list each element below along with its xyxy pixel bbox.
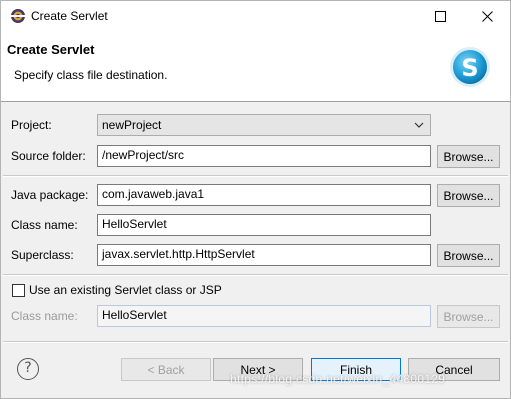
source-folder-field[interactable]: /newProject/src	[97, 145, 431, 167]
separator	[3, 175, 508, 177]
window-title: Create Servlet	[31, 9, 108, 23]
superclass-label: Superclass:	[11, 248, 74, 262]
source-folder-browse-button[interactable]: Browse...	[437, 145, 500, 168]
java-package-field[interactable]: com.javaweb.java1	[97, 184, 431, 206]
maximize-icon	[434, 10, 446, 22]
servlet-logo-icon: S	[450, 47, 490, 87]
existing-class-browse-button: Browse...	[437, 305, 500, 328]
superclass-field[interactable]: javax.servlet.http.HttpServlet	[97, 244, 431, 266]
class-name-label: Class name:	[11, 218, 78, 232]
project-label: Project:	[11, 118, 52, 132]
help-icon[interactable]: ?	[17, 358, 39, 380]
maximize-button[interactable]	[417, 1, 463, 31]
wizard-header: Create Servlet Specify class file destin…	[1, 31, 510, 102]
watermark: https://blog.csdn.net/weixin_44800129	[230, 372, 446, 386]
project-combo[interactable]: newProject	[97, 114, 431, 136]
chevron-down-icon	[414, 122, 424, 128]
separator	[3, 341, 508, 343]
close-icon	[481, 10, 493, 22]
eclipse-app-icon	[11, 9, 25, 23]
wizard-title: Create Servlet	[7, 42, 95, 57]
create-servlet-dialog: Create Servlet Create Servlet Specify cl…	[0, 0, 511, 399]
superclass-browse-button[interactable]: Browse...	[437, 244, 500, 267]
back-button: < Back	[121, 358, 211, 381]
title-bar: Create Servlet	[1, 1, 510, 31]
project-combo-value: newProject	[102, 118, 162, 132]
wizard-description: Specify class file destination.	[14, 68, 168, 82]
java-package-label: Java package:	[11, 188, 89, 202]
use-existing-checkbox[interactable]	[12, 284, 25, 297]
class-name-field[interactable]: HelloServlet	[97, 214, 431, 236]
java-package-browse-button[interactable]: Browse...	[437, 184, 500, 207]
use-existing-checkbox-label[interactable]: Use an existing Servlet class or JSP	[29, 283, 222, 297]
separator	[3, 274, 508, 276]
source-folder-label: Source folder:	[11, 149, 86, 163]
existing-class-name-label: Class name:	[11, 309, 78, 323]
svg-text:S: S	[461, 54, 478, 82]
existing-class-name-field[interactable]: HelloServlet	[97, 305, 431, 327]
close-button[interactable]	[464, 1, 510, 31]
